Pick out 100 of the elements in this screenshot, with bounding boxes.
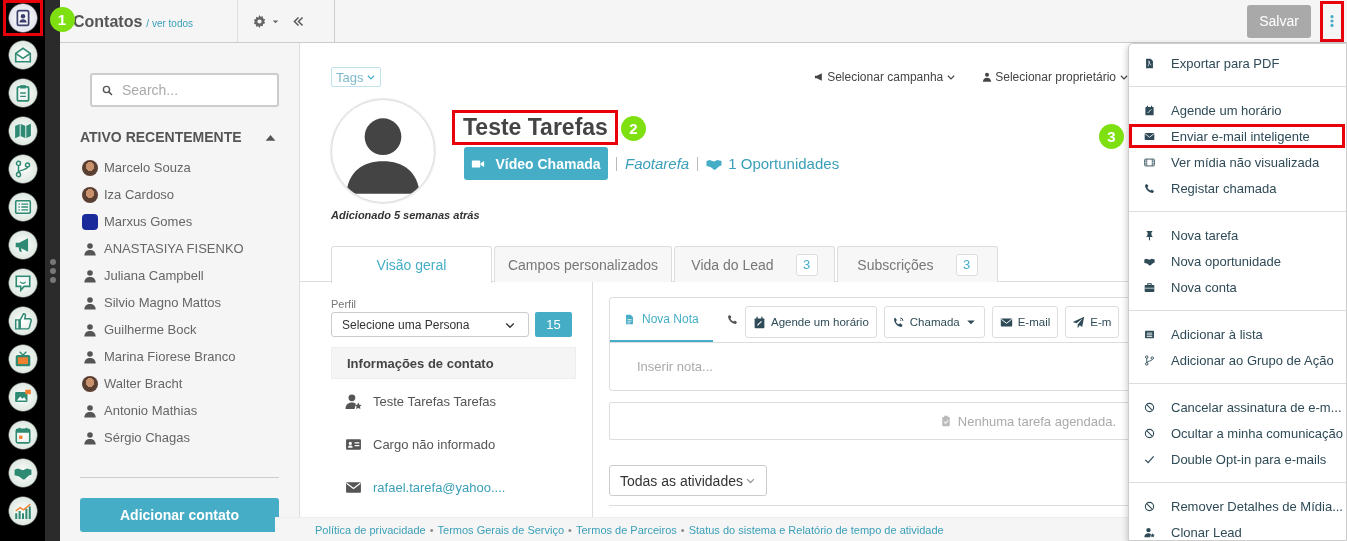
section-header: Informações de contato (331, 347, 576, 379)
chevron-icon (1119, 72, 1129, 82)
contact-link[interactable]: Sérgio Chagas (104, 430, 190, 445)
contact-link[interactable]: ANASTASIYA FISENKO (104, 241, 244, 256)
info-text: Teste Tarefas Tarefas (373, 393, 497, 409)
contact-name: Teste Tarefas (453, 111, 617, 144)
person-icon (83, 295, 97, 310)
contact-link[interactable]: Marcelo Souza (104, 160, 191, 175)
menu-item[interactable]: Remover Detalhes de Mídia... (1129, 493, 1346, 519)
separator: • (680, 523, 685, 536)
menu-item[interactable]: Adicionar ao Grupo de Ação (1129, 347, 1346, 373)
contact-link[interactable]: Juliana Campbell (104, 268, 204, 283)
menu-item[interactable]: Agende um horário (1129, 97, 1346, 123)
persona-select[interactable]: Selecione uma Persona (331, 312, 529, 337)
person-icon (83, 403, 97, 418)
contact-link[interactable]: Marxus Gomes (104, 214, 193, 229)
pdf-icon (1144, 57, 1155, 69)
contact-link[interactable]: Silvio Magno Mattos (104, 295, 222, 310)
nav-button[interactable] (2, 0, 43, 36)
envelope-icon (999, 315, 1013, 329)
action-button[interactable]: Chamada (883, 306, 985, 338)
separator: • (568, 523, 572, 536)
separator: • (429, 523, 434, 536)
action-button[interactable]: Agende um horário (745, 306, 877, 338)
list-icon (1144, 328, 1155, 340)
tab[interactable]: Vida do Lead 3 (674, 246, 835, 282)
footer-link[interactable]: Termos Gerais de Serviço (437, 523, 565, 536)
step-marker: 3 (1099, 124, 1124, 149)
tab[interactable]: Campos personalizados (494, 246, 672, 282)
check-icon (1144, 453, 1155, 465)
menu-item[interactable]: Registar chamada (1129, 175, 1346, 201)
person-icon (83, 349, 97, 364)
chevron-icon (946, 72, 957, 82)
added-date: Adicionado 5 semanas atrás (330, 209, 481, 221)
task-link[interactable]: Faotarefa (625, 155, 690, 172)
chevron-icon (366, 72, 377, 82)
menu-item[interactable]: Cancelar assinatura de e-m... (1129, 394, 1346, 420)
list-icon (13, 198, 32, 216)
menu-item[interactable]: Enviar e-mail inteligente (1128, 123, 1346, 149)
contact-link[interactable]: Iza Cardoso (104, 187, 175, 202)
person-star-icon (345, 392, 362, 410)
activity-filter[interactable]: Todas as atividades (609, 465, 767, 496)
section-title: ATIVO RECENTEMENTE (80, 129, 242, 145)
score-badge: 15 (535, 312, 572, 337)
avatar (82, 159, 98, 176)
opportunities-link[interactable]: 1 Oportunidades (728, 155, 840, 172)
menu-item[interactable]: Nova tarefa (1129, 222, 1346, 248)
footer-link[interactable]: Termos de Parceiros (575, 523, 677, 536)
footer-link[interactable]: Política de privacidade (315, 523, 426, 536)
map-icon (13, 122, 32, 140)
logo-avatar (82, 213, 98, 230)
person-star-icon (1144, 526, 1155, 538)
tv-icon (13, 350, 32, 368)
menu-item[interactable]: Adicionar à lista (1129, 321, 1346, 347)
paper-plane-icon (1072, 315, 1086, 329)
document-icon (624, 313, 635, 325)
envelope-icon (1144, 130, 1155, 142)
action-button[interactable]: E-mail (991, 306, 1059, 338)
collapse-button[interactable] (292, 14, 305, 28)
person-icon (83, 322, 97, 337)
step-marker: 2 (620, 116, 646, 141)
pin-icon (1144, 229, 1155, 241)
action-button[interactable]: E-m (1065, 306, 1120, 338)
resize-handle[interactable] (49, 258, 56, 283)
person-icon (83, 268, 97, 283)
blocked-icon (1144, 500, 1155, 512)
phone-icon (726, 313, 738, 325)
collapse-icon (292, 14, 305, 28)
campaign-dropdown[interactable]: Selecionar campanha (814, 70, 957, 84)
more-button[interactable] (1320, 0, 1344, 42)
search-input[interactable]: Search... (122, 82, 262, 98)
menu-item[interactable]: Ocultar a minha comunicação (1129, 420, 1346, 446)
calendar-icon (13, 426, 32, 444)
menu-item[interactable]: Clonar Lead (1129, 519, 1346, 541)
contact-link[interactable]: Guilherme Bock (104, 322, 197, 337)
menu-item[interactable]: Nova conta (1129, 274, 1346, 300)
settings-button[interactable] (252, 13, 280, 29)
settings-icon (252, 13, 267, 29)
contact-link[interactable]: Walter Bracht (104, 376, 183, 391)
film-icon (1144, 156, 1155, 168)
tab[interactable]: Subscrições 3 (837, 246, 998, 282)
contact-link[interactable]: Marina Fiorese Branco (104, 349, 236, 364)
calendar-icon (753, 315, 766, 329)
person-icon (83, 241, 97, 256)
search-icon (102, 84, 113, 96)
menu-item[interactable]: Nova oportunidade (1129, 248, 1346, 274)
email-link[interactable]: rafael.tarefa@yahoo.... (373, 479, 506, 495)
search-field[interactable]: Search... (90, 73, 279, 107)
owner-dropdown[interactable]: Selecionar proprietário (982, 70, 1129, 84)
chat-icon (13, 274, 32, 292)
briefcase-icon (1144, 281, 1155, 293)
menu-item[interactable]: Ver mídia não visualizada (1129, 149, 1346, 175)
info-text: Cargo não informado (373, 436, 496, 452)
avatar (82, 375, 98, 392)
menu-item[interactable]: Double Opt-in para e-mails (1129, 446, 1346, 472)
footer-link[interactable]: Status do sistema e Relatório de tempo de atividade (688, 523, 944, 536)
clipboard-icon (939, 415, 952, 427)
view-all-link[interactable]: / ver todos (146, 18, 194, 29)
contact-link[interactable]: Antonio Mathias (104, 403, 198, 418)
menu-item[interactable]: Exportar para PDF (1129, 50, 1346, 76)
